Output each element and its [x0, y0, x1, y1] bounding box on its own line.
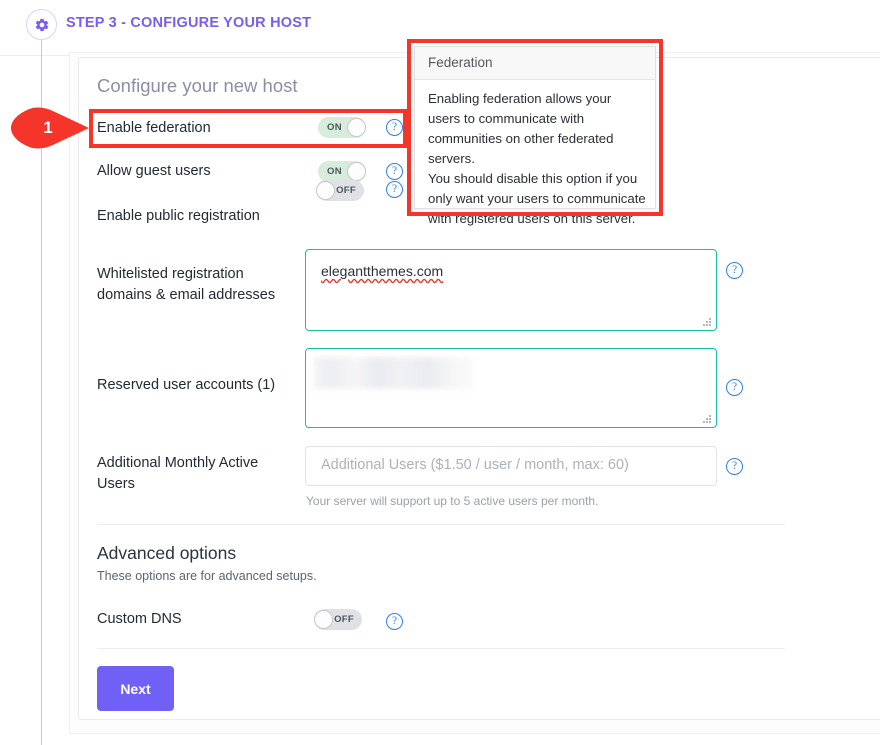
help-icon-whitelisted-domains[interactable]: ? — [726, 262, 743, 279]
annotation-number: 1 — [43, 118, 53, 137]
additional-users-input[interactable]: Additional Users ($1.50 / user / month, … — [305, 446, 717, 486]
help-icon-allow-guest-users[interactable]: ? — [386, 163, 403, 180]
whitelisted-domains-value: elegantthemes.com — [321, 263, 444, 279]
toggle-state-label: OFF — [334, 614, 354, 625]
divider-advanced — [97, 524, 785, 525]
help-icon-reserved-user-accounts[interactable]: ? — [726, 379, 743, 396]
toggle-knob — [316, 181, 335, 200]
toggle-state-label: OFF — [336, 185, 356, 196]
help-icon-custom-dns[interactable]: ? — [386, 613, 403, 630]
label-reserved-user-accounts: Reserved user accounts (1) — [97, 377, 276, 393]
reserved-user-accounts-textarea[interactable] — [305, 348, 717, 428]
next-button[interactable]: Next — [97, 666, 174, 711]
whitelisted-domains-textarea[interactable]: elegantthemes.com — [305, 249, 717, 331]
advanced-options-subtitle: These options are for advanced setups. — [97, 569, 317, 583]
annotation-callout-1: 1 — [9, 106, 93, 150]
label-enable-public-registration: Enable public registration — [97, 208, 260, 224]
additional-users-placeholder: Additional Users ($1.50 / user / month, … — [321, 457, 629, 473]
help-icon-enable-public-registration[interactable]: ? — [386, 181, 403, 198]
toggle-enable-public-registration[interactable]: OFF — [316, 180, 364, 201]
toggle-knob — [347, 162, 366, 181]
resize-handle-icon[interactable] — [703, 318, 713, 328]
advanced-options-title: Advanced options — [97, 543, 237, 563]
redacted-content — [314, 357, 474, 389]
step-title: STEP 3 - CONFIGURE YOUR HOST — [66, 15, 312, 31]
label-allow-guest-users: Allow guest users — [97, 163, 211, 179]
label-additional-monthly-active-users: Additional Monthly Active Users — [97, 455, 259, 492]
additional-users-helper-text: Your server will support up to 5 active … — [306, 494, 599, 508]
annotation-box-tooltip — [407, 39, 663, 216]
page-title: Configure your new host — [97, 75, 298, 96]
page-root: STEP 3 - CONFIGURE YOUR HOST Configure y… — [0, 0, 880, 745]
help-icon-additional-users[interactable]: ? — [726, 458, 743, 475]
annotation-box-federation-row — [89, 109, 407, 148]
label-custom-dns: Custom DNS — [97, 611, 182, 627]
toggle-allow-guest-users[interactable]: ON — [318, 161, 366, 182]
label-whitelisted-domains: Whitelisted registration domains & email… — [97, 266, 276, 303]
gear-icon — [26, 9, 57, 40]
toggle-knob — [314, 610, 333, 629]
divider-footer — [97, 648, 785, 649]
toggle-state-label: ON — [327, 166, 342, 177]
resize-handle-icon[interactable] — [703, 415, 713, 425]
toggle-custom-dns[interactable]: OFF — [314, 609, 362, 630]
